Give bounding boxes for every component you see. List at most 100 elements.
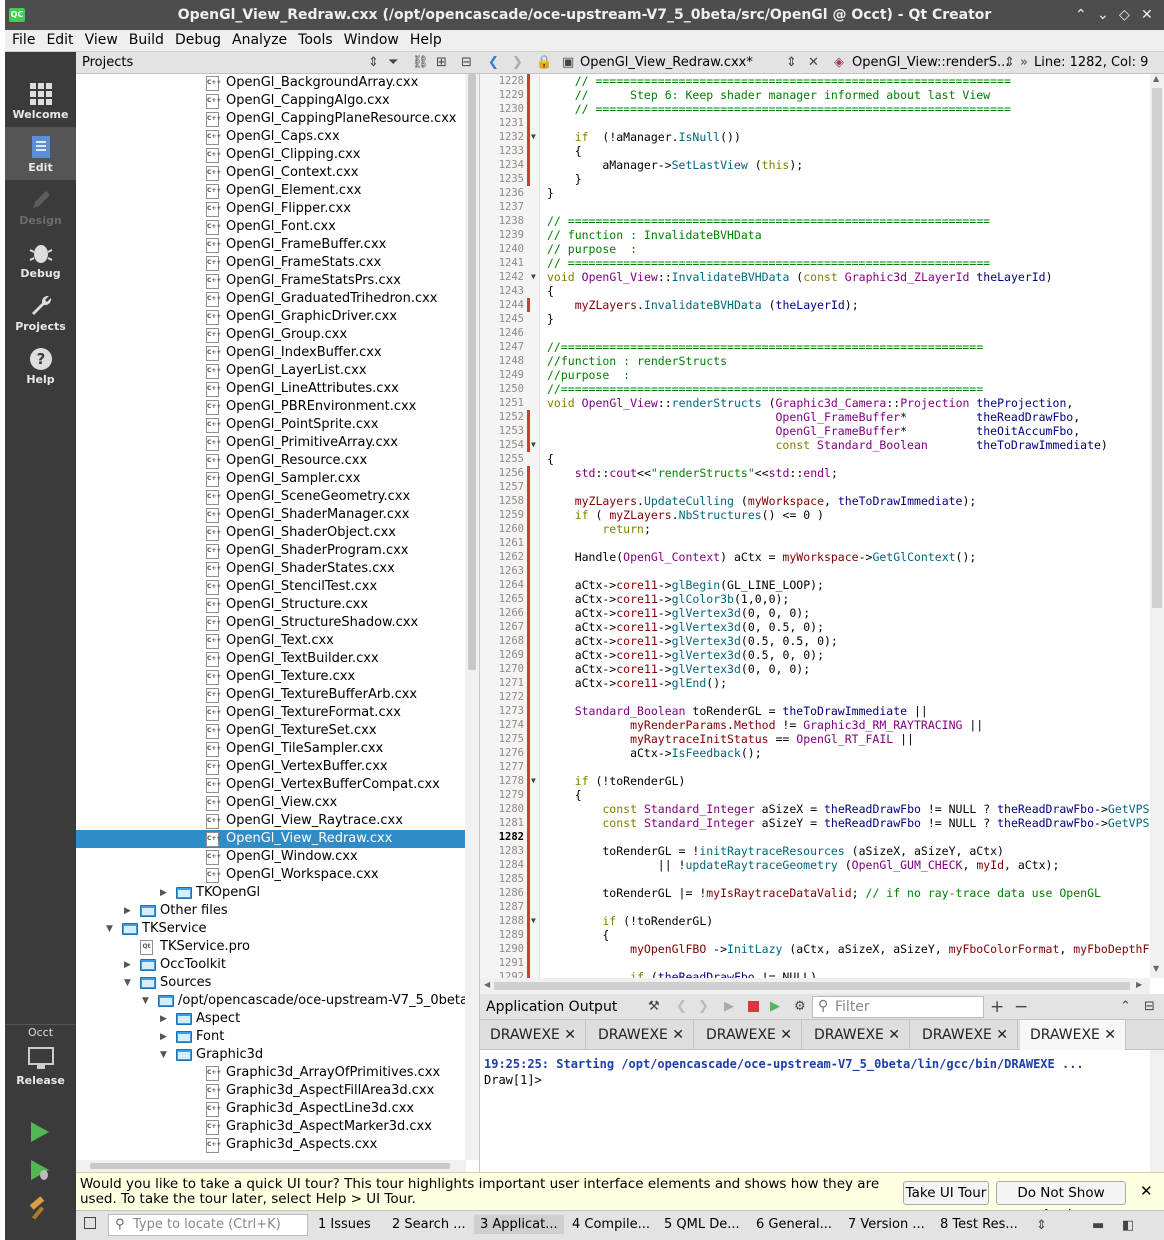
filter-icon[interactable]: ⏷ <box>388 55 398 70</box>
tree-folder-item[interactable]: ▶ Aspect <box>76 1010 466 1028</box>
tree-file-item[interactable]: C++ OpenGl_LayerList.cxx <box>76 362 466 380</box>
tree-file-item[interactable]: C++ OpenGl_Clipping.cxx <box>76 146 466 164</box>
menu-edit[interactable]: Edit <box>39 30 77 48</box>
output-log[interactable]: 19:25:25: Starting /opt/opencascade/oce-… <box>484 1056 1084 1088</box>
output-pane-button[interactable]: 5 QML De... <box>658 1215 746 1234</box>
fold-marker-icon[interactable]: ▼ <box>531 438 536 452</box>
close-tab-icon[interactable]: ✕ <box>672 1020 684 1050</box>
next-icon[interactable]: ❯ <box>698 999 709 1014</box>
tree-file-item[interactable]: C++ OpenGl_IndexBuffer.cxx <box>76 344 466 362</box>
fold-marker-icon[interactable]: ▼ <box>531 774 536 788</box>
close-tab-icon[interactable]: ✕ <box>1104 1020 1116 1050</box>
scroll-down-icon[interactable]: ▼ <box>1153 964 1159 973</box>
output-tab[interactable]: DRAWEXE ✕ <box>804 1020 910 1050</box>
close-tab-icon[interactable]: ✕ <box>996 1020 1008 1050</box>
menu-file[interactable]: File <box>5 30 39 48</box>
expanded-arrow-icon[interactable]: ▼ <box>142 992 149 1010</box>
collapsed-arrow-icon[interactable]: ▶ <box>160 1028 167 1046</box>
expanded-arrow-icon[interactable]: ▼ <box>124 974 131 992</box>
tree-file-item[interactable]: C++ Graphic3d_ArrayOfPrimitives.cxx <box>76 1064 466 1082</box>
menu-window[interactable]: Window <box>337 30 403 48</box>
close-tab-icon[interactable]: ✕ <box>780 1020 792 1050</box>
tree-file-item[interactable]: C++ Graphic3d_AspectMarker3d.cxx <box>76 1118 466 1136</box>
mode-help[interactable]: ? Help <box>5 339 76 392</box>
tree-file-item[interactable]: C++ OpenGl_FrameStats.cxx <box>76 254 466 272</box>
menu-help[interactable]: Help <box>403 30 446 48</box>
collapsed-arrow-icon[interactable]: ▶ <box>160 1010 167 1028</box>
output-scrollbar[interactable] <box>1150 1050 1164 1172</box>
tree-file-item[interactable]: C++ OpenGl_View_Raytrace.cxx <box>76 812 466 830</box>
editor-horizontal-scrollbar[interactable]: ◀ ▶ <box>480 978 1150 994</box>
tree-folder-item[interactable]: ▶ Other files <box>76 902 466 920</box>
tree-file-item[interactable]: C++ OpenGl_VertexBuffer.cxx <box>76 758 466 776</box>
tree-folder-item[interactable]: ▼ /opt/opencascade/oce-upstream-V7_5_0bet… <box>76 992 466 1010</box>
scrollbar-thumb[interactable] <box>1152 88 1162 608</box>
collapsed-arrow-icon[interactable]: ▶ <box>124 956 131 974</box>
tree-file-item[interactable]: C++ OpenGl_PBREnvironment.cxx <box>76 398 466 416</box>
mode-design[interactable]: Design <box>5 180 76 233</box>
mode-projects[interactable]: Projects <box>5 286 76 339</box>
tree-vertical-scrollbar[interactable] <box>465 74 479 1160</box>
tree-file-item[interactable]: C++ OpenGl_VertexBufferCompat.cxx <box>76 776 466 794</box>
close-window-button[interactable]: ✕ <box>1141 7 1153 23</box>
keep-above-button[interactable]: ⌃ <box>1075 7 1087 23</box>
tree-file-item[interactable]: C++ OpenGl_Font.cxx <box>76 218 466 236</box>
output-tab[interactable]: DRAWEXE ✕ <box>912 1020 1018 1050</box>
output-pane-button[interactable]: 1 Issues <box>312 1215 377 1234</box>
tree-file-item[interactable]: C++ OpenGl_Window.cxx <box>76 848 466 866</box>
tree-file-item[interactable]: C++ OpenGl_ShaderStates.cxx <box>76 560 466 578</box>
scroll-up-icon[interactable]: ▲ <box>1153 74 1159 83</box>
scroll-right-icon[interactable]: ▶ <box>1136 980 1142 989</box>
tree-file-item[interactable]: C++ OpenGl_ShaderManager.cxx <box>76 506 466 524</box>
toggle-right-sidebar-icon[interactable]: ◧ <box>1122 1218 1134 1233</box>
tree-folder-item[interactable]: Qt TKService.pro <box>76 938 466 956</box>
scrollbar-thumb[interactable] <box>494 982 1130 990</box>
build-button[interactable] <box>27 1196 51 1224</box>
forward-arrow-icon[interactable]: ❯ <box>512 55 523 70</box>
menu-analyze[interactable]: Analyze <box>225 30 291 48</box>
tree-file-item[interactable]: C++ OpenGl_TextBuilder.cxx <box>76 650 466 668</box>
pane-list-arrows-icon[interactable]: ⇕ <box>1036 1218 1047 1233</box>
kit-selector[interactable]: Release <box>5 1045 76 1105</box>
close-pane-icon[interactable]: ⊟ <box>1144 999 1155 1014</box>
settings-gear-icon[interactable]: ⚙ <box>794 999 806 1014</box>
link-icon[interactable]: ⛓ <box>412 55 429 70</box>
debug-attach-icon[interactable]: ▶ <box>770 999 780 1014</box>
tree-file-item[interactable]: C++ OpenGl_FrameStatsPrs.cxx <box>76 272 466 290</box>
fold-marker-icon[interactable]: ▼ <box>531 270 536 284</box>
output-pane-button[interactable]: 6 General... <box>750 1215 838 1234</box>
output-tab[interactable]: DRAWEXE ✕ <box>480 1020 586 1050</box>
back-arrow-icon[interactable]: ❮ <box>488 55 499 70</box>
remove-icon[interactable]: − <box>1014 997 1028 1017</box>
tree-file-item[interactable]: C++ OpenGl_ShaderObject.cxx <box>76 524 466 542</box>
tree-folder-item[interactable]: ▼ TKService <box>76 920 466 938</box>
tree-file-item[interactable]: C++ OpenGl_SceneGeometry.cxx <box>76 488 466 506</box>
tree-file-item[interactable]: C++ OpenGl_PointSprite.cxx <box>76 416 466 434</box>
scroll-left-icon[interactable]: ◀ <box>484 980 490 989</box>
tree-folder-item[interactable]: ▶ OccToolkit <box>76 956 466 974</box>
tree-file-item[interactable]: C++ OpenGl_Texture.cxx <box>76 668 466 686</box>
maximize-pane-icon[interactable]: ⌃ <box>1120 999 1131 1014</box>
tree-file-item[interactable]: C++ OpenGl_ShaderProgram.cxx <box>76 542 466 560</box>
mode-debug[interactable]: Debug <box>5 233 76 286</box>
output-pane-button[interactable]: 7 Version ... <box>842 1215 931 1234</box>
take-ui-tour-button[interactable]: Take UI Tour <box>903 1181 989 1205</box>
output-tab[interactable]: DRAWEXE ✕ <box>696 1020 802 1050</box>
output-tab[interactable]: DRAWEXE ✕ <box>588 1020 694 1050</box>
tree-file-item[interactable]: C++ OpenGl_FrameBuffer.cxx <box>76 236 466 254</box>
tree-file-item[interactable]: C++ OpenGl_LineAttributes.cxx <box>76 380 466 398</box>
expanded-arrow-icon[interactable]: ▼ <box>106 920 113 938</box>
combo-arrows-icon[interactable]: ⇕ <box>1004 55 1015 70</box>
tree-file-item[interactable]: C++ OpenGl_TextureSet.cxx <box>76 722 466 740</box>
menu-view[interactable]: View <box>78 30 122 48</box>
run-button[interactable] <box>27 1120 51 1148</box>
attach-icon[interactable]: ⚒ <box>648 999 660 1014</box>
minimize-button[interactable]: ⌄ <box>1097 7 1109 23</box>
code-area[interactable]: 1228 1229 1230 1231 1232 ▼ 1233 1234 1235 1236 123… <box>480 74 1150 978</box>
scrollbar-thumb[interactable] <box>90 1163 450 1169</box>
tree-horizontal-scrollbar[interactable] <box>76 1160 466 1172</box>
menu-build[interactable]: Build <box>122 30 168 48</box>
add-icon[interactable]: + <box>990 997 1004 1017</box>
tree-file-item[interactable]: C++ OpenGl_Group.cxx <box>76 326 466 344</box>
output-pane-button[interactable]: 8 Test Res... <box>934 1215 1024 1234</box>
